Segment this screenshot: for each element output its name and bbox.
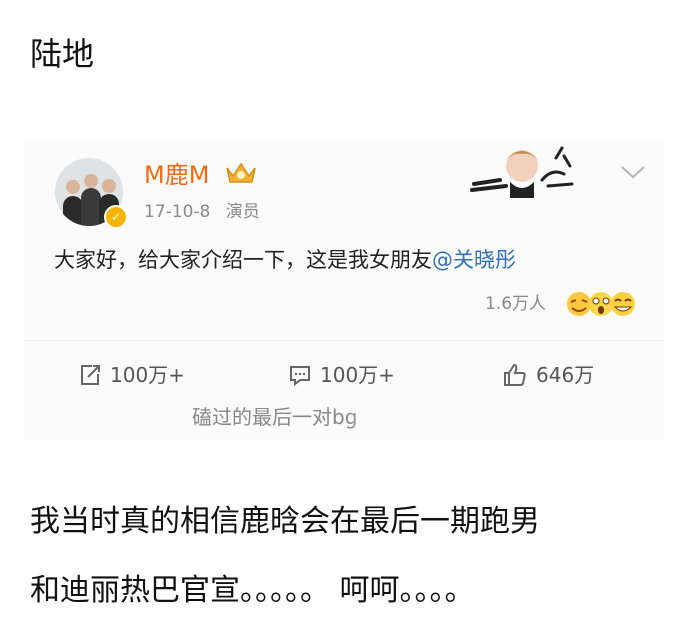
post-source: 演员 bbox=[225, 202, 260, 222]
chevron-down-icon[interactable] bbox=[620, 164, 646, 180]
page-heading: 陆地 bbox=[30, 35, 95, 73]
body-text-line: 和迪丽热巴官宣。。。。。 呵呵。。。。 bbox=[30, 573, 475, 608]
post-content: 大家好，给大家介绍一下，这是我女朋友@关晓彤 bbox=[54, 246, 516, 274]
repost-icon bbox=[81, 365, 100, 385]
caption-watermark: 磕过的最后一对bg bbox=[192, 404, 438, 430]
card-divider bbox=[24, 340, 664, 341]
post-meta: 17-10-8 演员 bbox=[144, 201, 260, 223]
post-text: 大家好，给大家介绍一下，这是我女朋友 bbox=[54, 248, 432, 272]
crown-icon bbox=[226, 162, 256, 183]
sticker-image bbox=[470, 146, 574, 198]
reaction-count[interactable]: 1.6万人 bbox=[485, 292, 546, 316]
verified-badge-icon: ✓ bbox=[104, 205, 128, 229]
repost-count: 100万+ bbox=[110, 363, 185, 387]
post-date: 17-10-8 bbox=[144, 202, 211, 222]
comment-icon bbox=[290, 366, 310, 387]
body-text-line: 我当时真的相信鹿晗会在最后一期跑男 bbox=[30, 504, 540, 539]
thumbs-up-icon bbox=[504, 363, 526, 386]
comment-button[interactable]: 100万+ bbox=[288, 362, 395, 388]
username[interactable]: M鹿M bbox=[144, 160, 209, 190]
repost-button[interactable]: 100万+ bbox=[78, 362, 185, 388]
like-count: 646万 bbox=[536, 363, 595, 387]
reaction-emoji-icons bbox=[567, 292, 635, 316]
comment-count: 100万+ bbox=[320, 363, 395, 387]
like-button[interactable]: 646万 bbox=[502, 362, 594, 388]
mention-link[interactable]: @关晓彤 bbox=[432, 248, 516, 272]
